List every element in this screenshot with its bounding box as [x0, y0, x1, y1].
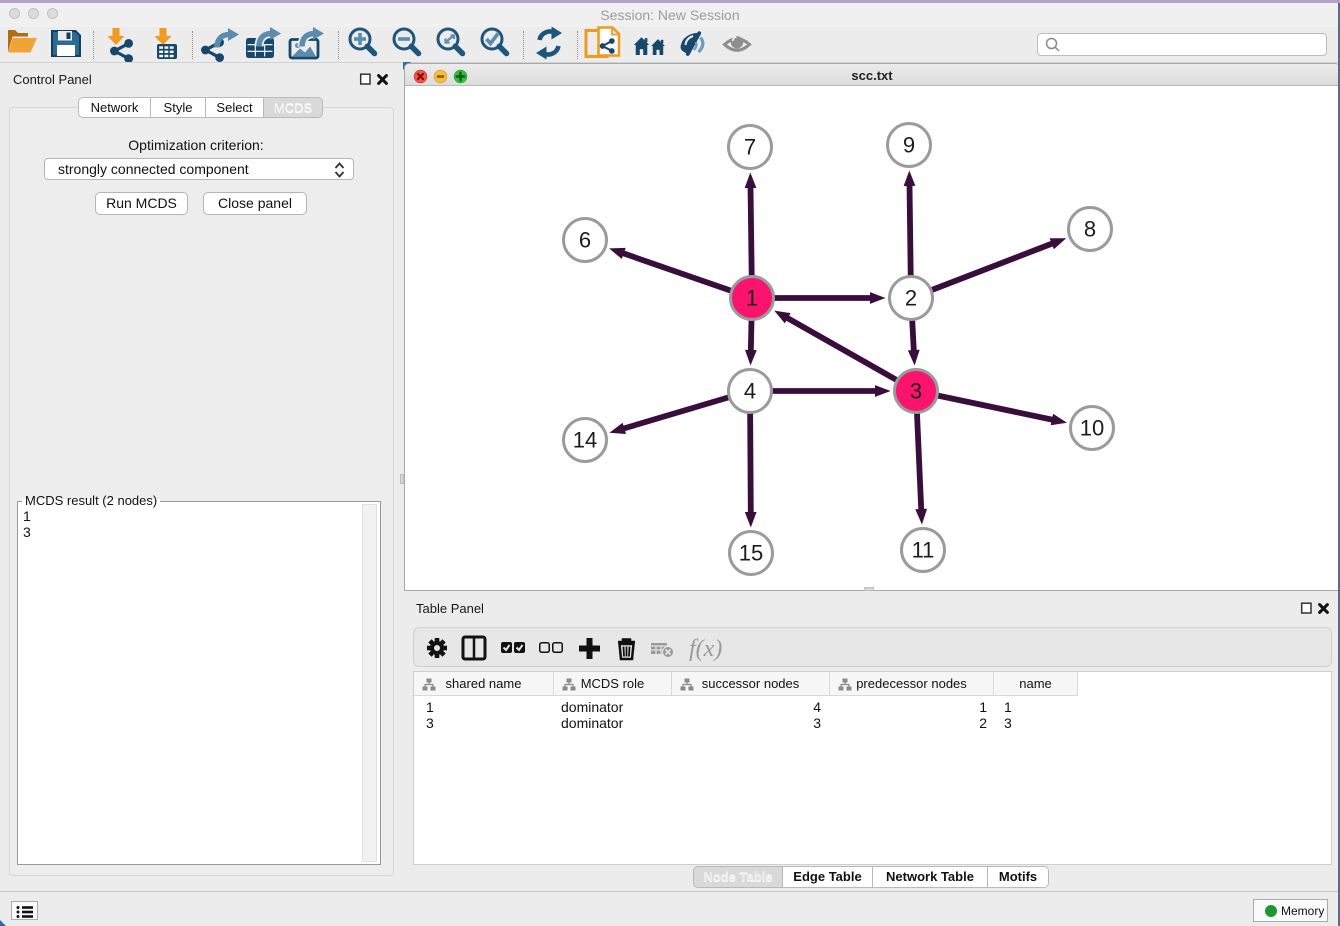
svg-text:1: 1 [746, 286, 758, 311]
svg-text:7: 7 [744, 135, 756, 160]
svg-text:2: 2 [905, 286, 917, 311]
svg-text:15: 15 [739, 541, 763, 566]
svg-text:10: 10 [1080, 416, 1104, 441]
svg-text:4: 4 [744, 379, 756, 404]
svg-text:9: 9 [903, 133, 915, 158]
svg-text:8: 8 [1084, 217, 1096, 242]
svg-text:6: 6 [579, 228, 591, 253]
svg-text:f(x): f(x) [689, 636, 722, 662]
svg-text:14: 14 [573, 428, 597, 453]
svg-text:3: 3 [910, 379, 922, 404]
svg-text:11: 11 [912, 538, 935, 563]
